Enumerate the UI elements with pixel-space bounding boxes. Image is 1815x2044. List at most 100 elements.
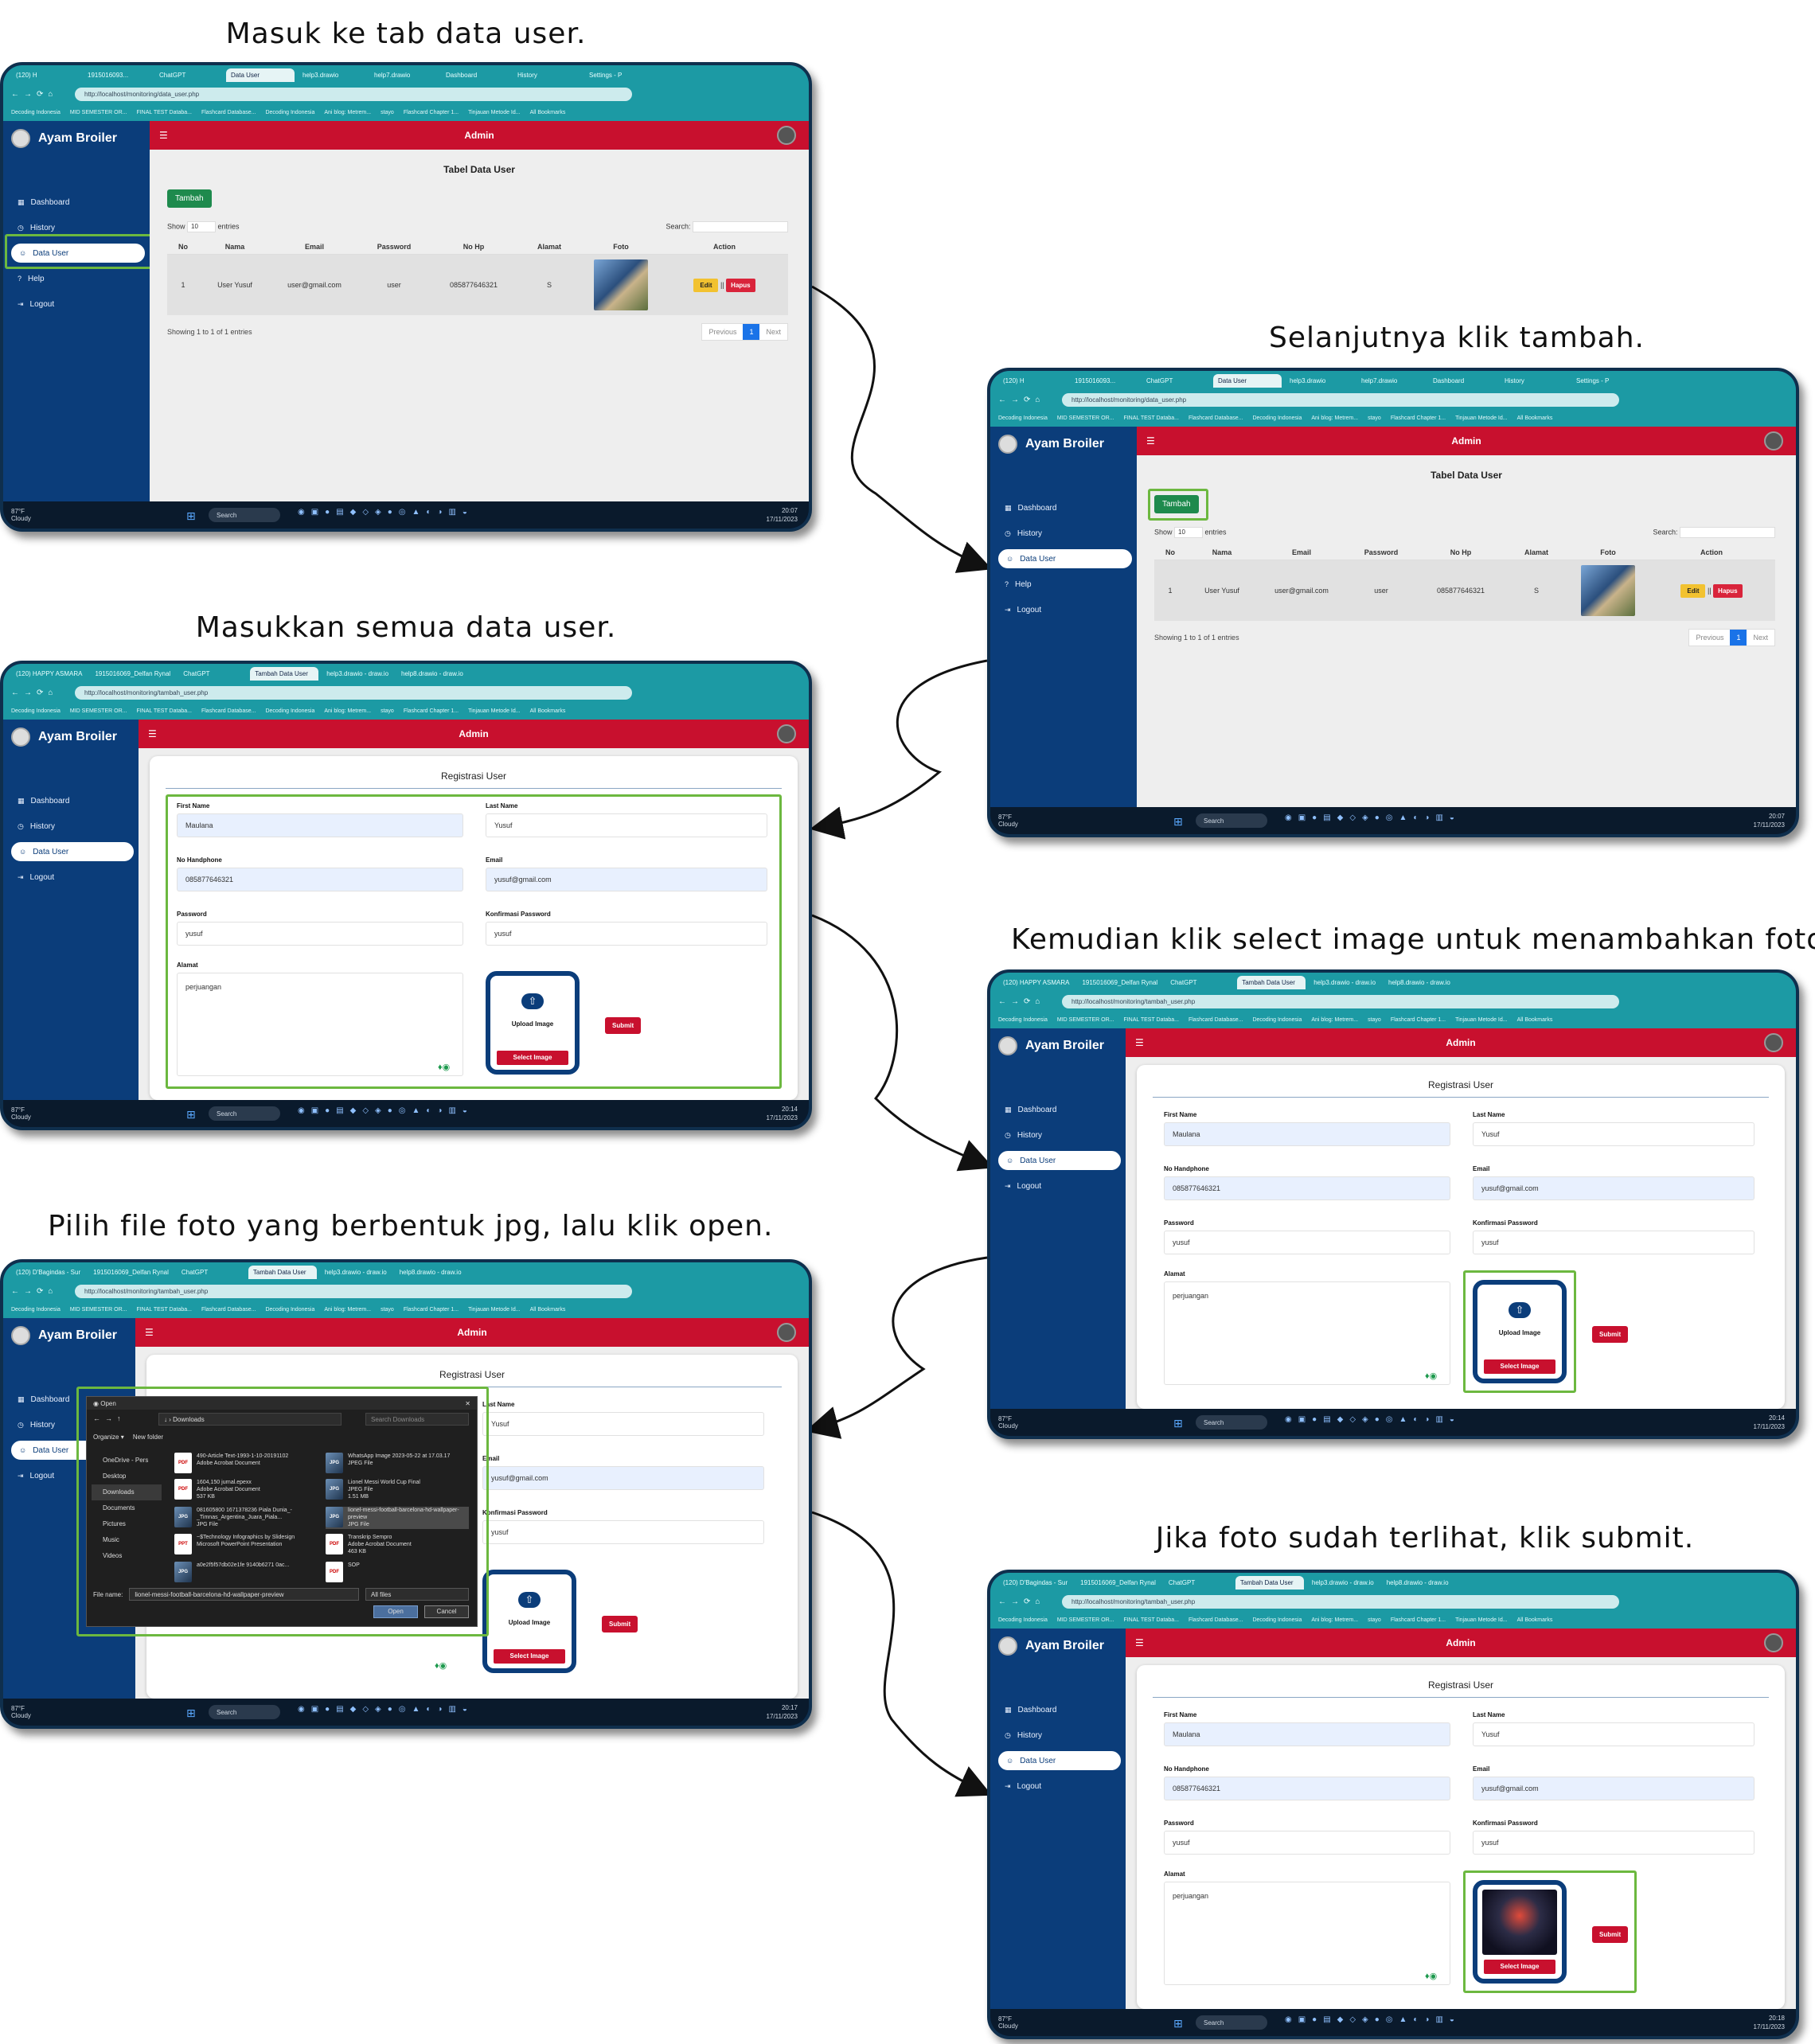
address-bar[interactable]: http://localhost/monitoring/tambah_user.…	[75, 685, 632, 700]
browser-tab[interactable]: ChatGPT	[1164, 1576, 1232, 1590]
browser-tab[interactable]: help3.drawio	[298, 68, 366, 82]
weather-widget[interactable]: 87°F Cloudy	[11, 508, 31, 522]
browser-tab-active[interactable]: Data User	[226, 68, 295, 82]
browser-tab[interactable]: (120) H	[11, 68, 80, 82]
column-header[interactable]: Foto	[581, 243, 661, 251]
bookmark[interactable]: Flashcard Database...	[1189, 415, 1243, 421]
bookmark[interactable]: Flashcard Chapter 1...	[1391, 1017, 1446, 1023]
browser-tab[interactable]: help3.drawio - draw.io	[1309, 976, 1380, 989]
sidebar-item-dashboard[interactable]: ▦ Dashboard	[997, 1098, 1122, 1121]
bookmark[interactable]: MID SEMESTER OR...	[1057, 415, 1114, 421]
sidebar-item-help[interactable]: ? Help	[997, 573, 1134, 595]
bookmark[interactable]: All Bookmarks	[1517, 415, 1553, 421]
bookmark[interactable]: Flashcard Chapter 1...	[1391, 415, 1446, 421]
windows-start-icon[interactable]: ⊞	[1173, 1417, 1183, 1430]
browser-tab[interactable]: 1915016069_Delfan Rynal	[1075, 1576, 1161, 1590]
bookmark[interactable]: MID SEMESTER OR...	[1057, 1617, 1114, 1623]
sidebar-item-history[interactable]: ◷ History	[997, 522, 1134, 544]
bookmark[interactable]: Decoding Indonesia	[1252, 1017, 1302, 1023]
edit-button[interactable]: Edit	[693, 278, 719, 292]
avatar[interactable]	[777, 126, 796, 145]
bookmark[interactable]: stayo	[1368, 1017, 1381, 1023]
show-select[interactable]: 10	[1174, 527, 1204, 538]
alamat-textarea[interactable]: perjuangan	[1164, 1281, 1450, 1385]
search-input[interactable]	[693, 221, 788, 232]
avatar[interactable]	[777, 1323, 796, 1342]
column-header[interactable]: Action	[661, 243, 788, 251]
bookmark[interactable]: Flashcard Chapter 1...	[404, 708, 459, 714]
bookmark[interactable]: Ani blog: Metrem...	[1311, 415, 1358, 421]
bookmark[interactable]: All Bookmarks	[530, 708, 566, 714]
bookmark[interactable]: Flashcard Chapter 1...	[404, 1307, 459, 1313]
bookmark[interactable]: Ani blog: Metrem...	[324, 708, 371, 714]
address-bar[interactable]: http://localhost/monitoring/tambah_user.…	[1062, 1594, 1619, 1609]
email-field[interactable]: yusuf@gmail.com	[1473, 1777, 1754, 1800]
menu-icon[interactable]: ☰	[159, 121, 168, 150]
windows-start-icon[interactable]: ⊞	[186, 509, 196, 523]
browser-tab-active[interactable]: Data User	[1213, 373, 1282, 388]
sidebar-item-dashboard[interactable]: ▦ Dashboard	[997, 497, 1134, 519]
sidebar-item-dashboard[interactable]: ▦ Dashboard	[10, 790, 135, 812]
taskbar-search[interactable]: Search	[1196, 1415, 1267, 1430]
browser-tab[interactable]: Dashboard	[441, 68, 509, 82]
bookmark[interactable]: FINAL TEST Databa...	[1123, 1017, 1179, 1023]
confirm-password-field[interactable]: yusuf	[482, 1520, 764, 1544]
taskbar-clock[interactable]: 20:17 17/11/2023	[767, 1703, 798, 1721]
bookmark[interactable]: Decoding Indonesia	[998, 1017, 1048, 1023]
browser-tab[interactable]: 1915016069_Delfan Rynal	[88, 1266, 174, 1279]
weather-widget[interactable]: 87°F Cloudy	[11, 1106, 31, 1121]
taskbar-search[interactable]: Search	[1196, 2015, 1267, 2030]
nav-arrows-icon[interactable]: ←→⟳⌂	[11, 1287, 75, 1296]
browser-tab[interactable]: ChatGPT	[178, 667, 247, 681]
browser-tab[interactable]: help7.drawio	[369, 68, 438, 82]
column-header[interactable]: No	[167, 243, 199, 251]
bookmark[interactable]: Flashcard Database...	[201, 110, 256, 115]
bookmark[interactable]: Tinjauan Metode Id...	[468, 708, 521, 714]
bookmark[interactable]: stayo	[1368, 1617, 1381, 1623]
browser-tab[interactable]: help8.drawio - draw.io	[1382, 1576, 1454, 1590]
avatar[interactable]	[777, 724, 796, 743]
column-header[interactable]: No Hp	[430, 243, 517, 251]
windows-start-icon[interactable]: ⊞	[186, 1108, 196, 1121]
select-image-button[interactable]: Select Image	[494, 1649, 565, 1664]
avatar[interactable]	[1764, 1633, 1783, 1652]
bookmark[interactable]: FINAL TEST Databa...	[136, 708, 192, 714]
address-bar[interactable]: http://localhost/monitoring/tambah_user.…	[75, 1284, 632, 1298]
nav-arrows-icon[interactable]: ←→⟳⌂	[11, 90, 75, 99]
column-header[interactable]: No	[1154, 548, 1186, 556]
confirm-password-field[interactable]: yusuf	[1473, 1231, 1754, 1254]
avatar[interactable]	[1764, 431, 1783, 451]
browser-tab[interactable]: (120) H	[998, 374, 1067, 388]
browser-tab-active[interactable]: Tambah Data User	[1237, 975, 1306, 989]
browser-tab[interactable]: (120) D'Bagindas - Sur	[11, 1266, 85, 1279]
upload-box[interactable]: ⇧ Upload Image Select Image	[482, 1570, 576, 1673]
bookmark[interactable]: Ani blog: Metrem...	[324, 1307, 371, 1313]
email-field[interactable]: yusuf@gmail.com	[482, 1466, 764, 1490]
column-header[interactable]: Password	[358, 243, 430, 251]
column-header[interactable]: Email	[271, 243, 358, 251]
pager-previous[interactable]: Previous	[1689, 630, 1730, 646]
pager-page[interactable]: 1	[743, 324, 760, 340]
bookmark[interactable]: FINAL TEST Databa...	[1123, 415, 1179, 421]
sidebar-item-data-user[interactable]: ☺ Data User	[997, 1149, 1122, 1172]
windows-start-icon[interactable]: ⊞	[1173, 815, 1183, 829]
bookmark[interactable]: Flashcard Chapter 1...	[1391, 1617, 1446, 1623]
bookmark[interactable]: MID SEMESTER OR...	[70, 1307, 127, 1313]
sidebar-item-logout[interactable]: ⇥ Logout	[997, 1175, 1122, 1197]
bookmark[interactable]: Flashcard Database...	[1189, 1617, 1243, 1623]
address-bar[interactable]: http://localhost/monitoring/data_user.ph…	[75, 87, 632, 101]
column-header[interactable]: Nama	[199, 243, 271, 251]
bookmark[interactable]: Decoding Indonesia	[1252, 415, 1302, 421]
delete-button[interactable]: Hapus	[726, 278, 755, 292]
sidebar-item-logout[interactable]: ⇥ Logout	[997, 599, 1134, 621]
column-header[interactable]: Foto	[1568, 548, 1648, 556]
bookmark[interactable]: MID SEMESTER OR...	[70, 110, 127, 115]
taskbar-app-icons[interactable]: ◉▣●▤◆◇◈●◎▲◐◑▥◒	[1285, 1415, 1461, 1424]
browser-tab-active[interactable]: Tambah Data User	[1235, 1575, 1304, 1590]
bookmark[interactable]: Decoding Indonesia	[265, 110, 314, 115]
browser-tab[interactable]: help3.drawio	[1285, 374, 1353, 388]
address-bar[interactable]: http://localhost/monitoring/tambah_user.…	[1062, 994, 1619, 1008]
browser-tab[interactable]: ChatGPT	[177, 1266, 245, 1279]
sidebar-item-data-user[interactable]: ☺ Data User	[997, 1749, 1122, 1772]
sidebar-item-data-user[interactable]: ☺ Data User	[997, 548, 1134, 570]
